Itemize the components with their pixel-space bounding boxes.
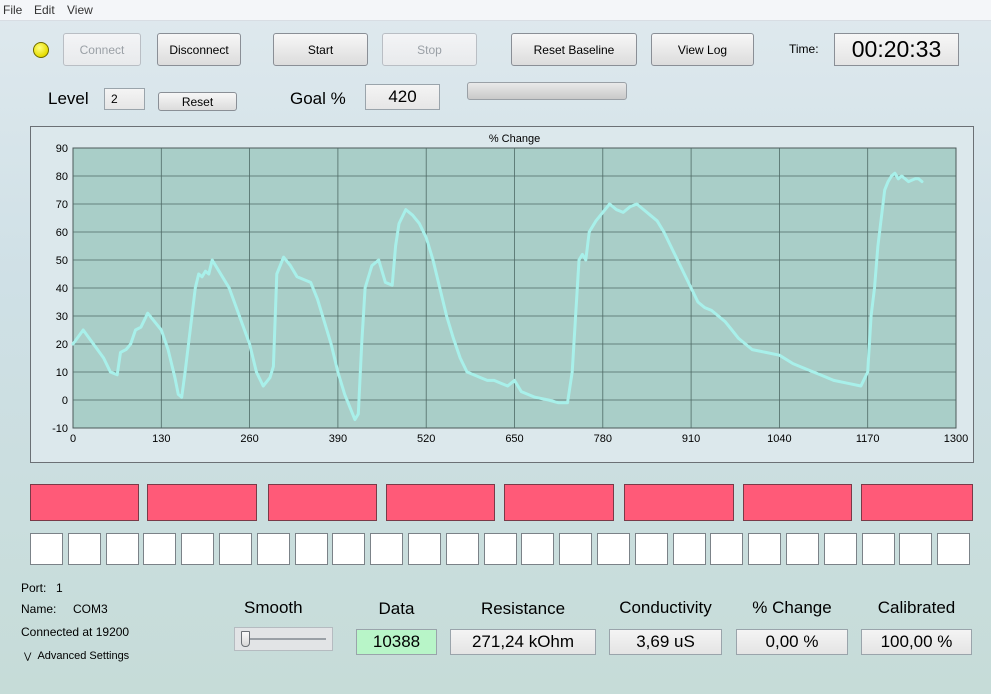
- x-tick-label: 1300: [944, 433, 968, 445]
- level-input[interactable]: 2: [104, 88, 145, 110]
- red-indicator-6: [624, 484, 734, 521]
- view-log-button[interactable]: View Log: [651, 33, 754, 66]
- y-tick-label: 0: [62, 395, 68, 407]
- red-indicator-1: [30, 484, 139, 521]
- data-label: Data: [378, 599, 415, 618]
- white-indicator-24: [899, 533, 932, 565]
- white-indicator-15: [559, 533, 592, 565]
- white-indicator-9: [332, 533, 365, 565]
- disconnect-button[interactable]: Disconnect: [157, 33, 241, 66]
- white-indicator-20: [748, 533, 781, 565]
- red-indicator-8: [861, 484, 973, 521]
- slider-thumb[interactable]: [241, 631, 250, 647]
- resistance-value: 271,24 kOhm: [450, 629, 596, 655]
- red-indicator-2: [147, 484, 257, 521]
- status-led-icon: [33, 42, 49, 58]
- calibrated-label: Calibrated: [877, 598, 956, 617]
- level-label: Level: [48, 89, 89, 108]
- y-tick-label: 30: [56, 311, 68, 323]
- white-indicator-14: [521, 533, 554, 565]
- calibrated-value: 100,00 %: [861, 629, 972, 655]
- port-label: Port:: [21, 581, 47, 595]
- goal-input[interactable]: 420: [365, 84, 440, 110]
- slider-track-line: [243, 638, 326, 640]
- white-indicator-13: [484, 533, 517, 565]
- y-tick-label: 50: [56, 255, 68, 267]
- start-button[interactable]: Start: [273, 33, 368, 66]
- white-indicator-19: [710, 533, 743, 565]
- menu-file[interactable]: File: [3, 3, 22, 17]
- x-tick-label: 780: [594, 433, 612, 445]
- advanced-settings-toggle[interactable]: ⋁ Advanced Settings: [24, 650, 129, 662]
- red-indicator-3: [268, 484, 377, 521]
- data-value: 10388: [356, 629, 437, 655]
- x-tick-label: 260: [240, 433, 258, 445]
- white-indicator-22: [824, 533, 857, 565]
- menu-view[interactable]: View: [67, 3, 93, 17]
- white-indicator-10: [370, 533, 403, 565]
- y-tick-label: -10: [52, 423, 68, 435]
- white-indicator-12: [446, 533, 479, 565]
- conductivity-label: Conductivity: [619, 598, 712, 617]
- stop-button[interactable]: Stop: [382, 33, 477, 66]
- y-tick-label: 90: [56, 143, 68, 155]
- connection-status: Connected at 19200: [21, 625, 130, 639]
- red-indicator-5: [504, 484, 614, 521]
- x-tick-label: 390: [329, 433, 347, 445]
- smooth-slider[interactable]: [234, 627, 333, 651]
- white-indicator-6: [219, 533, 252, 565]
- white-indicator-18: [673, 533, 706, 565]
- white-indicator-23: [862, 533, 895, 565]
- x-tick-label: 0: [70, 433, 76, 445]
- goal-label: Goal %: [290, 89, 346, 108]
- white-indicator-4: [143, 533, 176, 565]
- level-reset-button[interactable]: Reset: [158, 92, 237, 111]
- white-indicator-1: [30, 533, 63, 565]
- y-tick-label: 40: [56, 283, 68, 295]
- x-tick-label: 1040: [767, 433, 791, 445]
- y-tick-label: 10: [56, 367, 68, 379]
- white-indicator-5: [181, 533, 214, 565]
- white-indicator-17: [635, 533, 668, 565]
- time-display: 00:20:33: [834, 33, 959, 66]
- name-value: COM3: [73, 602, 108, 616]
- white-indicator-7: [257, 533, 290, 565]
- x-tick-label: 1170: [856, 433, 880, 445]
- resistance-label: Resistance: [480, 599, 566, 618]
- x-tick-label: 650: [505, 433, 523, 445]
- time-label: Time:: [789, 42, 819, 56]
- white-indicator-21: [786, 533, 819, 565]
- port-value: 1: [56, 581, 63, 595]
- y-tick-label: 70: [56, 199, 68, 211]
- x-tick-label: 910: [682, 433, 700, 445]
- white-indicator-2: [68, 533, 101, 565]
- x-tick-label: 520: [417, 433, 435, 445]
- red-indicator-4: [386, 484, 495, 521]
- menu-edit[interactable]: Edit: [34, 3, 55, 17]
- goal-progress-bar: [467, 82, 627, 100]
- name-label: Name:: [21, 602, 57, 616]
- white-indicator-16: [597, 533, 630, 565]
- y-tick-label: 80: [56, 171, 68, 183]
- percent-change-label: % Change: [752, 598, 832, 617]
- chart-title: % Change: [489, 133, 540, 145]
- white-indicator-3: [106, 533, 139, 565]
- red-indicator-7: [743, 484, 852, 521]
- menu-bar: File Edit View: [0, 0, 991, 21]
- chart-svg: % Change0 130 260 390 520 650 780 910 1040 1170 13…: [52, 133, 968, 445]
- white-indicator-8: [295, 533, 328, 565]
- percent-change-value: 0,00 %: [736, 629, 848, 655]
- percent-change-chart: % Change 0 130 260 390 520 650 780 910 1040 1170 13…: [30, 126, 974, 463]
- y-tick-label: 20: [56, 339, 68, 351]
- reset-baseline-button[interactable]: Reset Baseline: [511, 33, 637, 66]
- white-indicator-25: [937, 533, 970, 565]
- advanced-settings-label: Advanced Settings: [37, 650, 130, 662]
- x-tick-label: 130: [152, 433, 170, 445]
- smooth-label: Smooth: [244, 598, 303, 617]
- y-tick-label: 60: [56, 227, 68, 239]
- connect-button[interactable]: Connect: [63, 33, 141, 66]
- white-indicator-11: [408, 533, 441, 565]
- conductivity-value: 3,69 uS: [609, 629, 722, 655]
- double-chevron-down-icon: ⋁: [24, 651, 32, 661]
